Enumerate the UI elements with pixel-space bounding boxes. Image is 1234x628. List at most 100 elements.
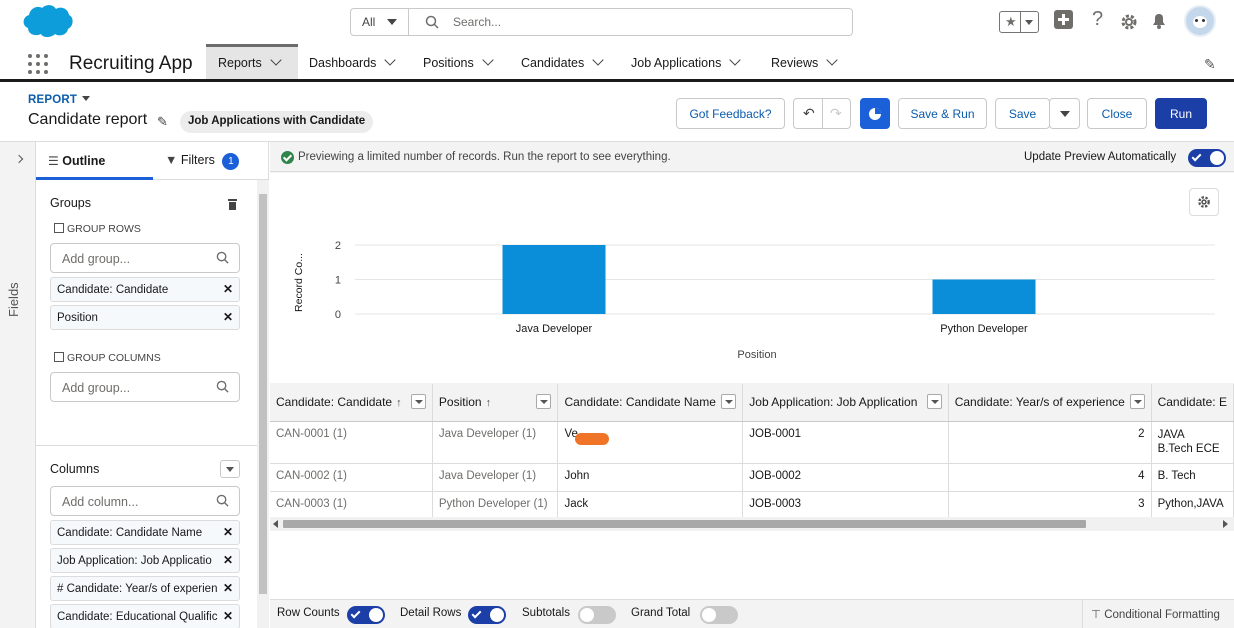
y-tick-label: 0 — [335, 309, 341, 321]
close-button[interactable]: Close — [1087, 98, 1147, 129]
row-counts-toggle[interactable] — [347, 606, 385, 624]
conditional-formatting-button[interactable]: ⊤ Conditional Formatting — [1082, 600, 1234, 628]
edit-nav-pencil-icon[interactable]: ✎ — [1204, 56, 1216, 73]
chevron-down-icon[interactable] — [826, 54, 838, 66]
scroll-right-icon[interactable] — [1223, 520, 1228, 528]
scroll-left-icon[interactable] — [273, 520, 278, 528]
column-header[interactable]: Position ↑ — [432, 384, 559, 422]
detail-rows-toggle[interactable] — [468, 606, 506, 624]
group-row-chip[interactable]: Candidate: Candidate ✕ — [50, 277, 240, 302]
app-launcher-icon[interactable] — [28, 54, 48, 74]
column-header[interactable]: Candidate: Candidate Name — [557, 384, 744, 422]
column-menu-dropdown[interactable] — [536, 394, 552, 409]
remove-icon[interactable]: ✕ — [220, 310, 233, 324]
sort-ascending-icon[interactable]: ↑ — [486, 397, 492, 409]
table-header-row: Candidate: Candidate ↑ Position ↑ Candidat… — [270, 384, 1234, 422]
chevron-down-icon[interactable] — [270, 54, 282, 66]
delete-icon[interactable] — [227, 198, 238, 210]
tab-job-applications[interactable]: Job Applications — [631, 44, 742, 79]
tab-reports[interactable]: Reports — [206, 44, 298, 79]
search-scope-dropdown[interactable]: All — [351, 9, 409, 35]
tab-filters[interactable]: ▼ Filters 1 — [165, 153, 240, 170]
tab-label: Dashboards — [309, 56, 377, 70]
table-cell: JOB-0003 — [742, 491, 949, 520]
global-search[interactable]: All Search... — [350, 8, 853, 36]
column-header-label: Candidate: Year/s of experience — [954, 395, 1125, 410]
got-feedback-button[interactable]: Got Feedback? — [676, 98, 785, 129]
tab-dashboards[interactable]: Dashboards — [309, 44, 397, 79]
setup-gear-icon[interactable] — [1120, 13, 1138, 31]
undo-icon[interactable]: ↶ — [803, 105, 815, 122]
run-button[interactable]: Run — [1155, 98, 1207, 129]
add-group-columns-input[interactable]: Add group... — [50, 372, 240, 402]
columns-heading: Columns — [50, 462, 100, 476]
add-column-input[interactable]: Add column... — [50, 486, 240, 516]
bar-chart: 0 1 2 Record Co... Java Developer Python Deve… — [293, 240, 1215, 361]
tab-label: Reviews — [771, 56, 819, 70]
redo-icon[interactable]: ↷ — [830, 105, 842, 122]
favorites-button[interactable]: ★ — [999, 11, 1039, 33]
tab-label: Reports — [218, 56, 262, 70]
remove-icon[interactable]: ✕ — [220, 609, 233, 623]
table-cell: JOB-0002 — [742, 463, 949, 492]
search-input[interactable]: Search... — [453, 15, 501, 29]
salesforce-logo[interactable] — [20, 4, 74, 38]
tab-reviews[interactable]: Reviews — [771, 44, 838, 79]
report-kind-menu[interactable]: REPORT — [28, 94, 91, 106]
chevron-down-icon[interactable] — [482, 54, 494, 66]
chevron-down-icon[interactable] — [729, 54, 742, 66]
x-tick-label: Java Developer — [516, 323, 593, 335]
column-header[interactable]: Job Application: Job Application — [742, 384, 949, 422]
group-row-chip[interactable]: Position ✕ — [50, 305, 240, 330]
tab-positions[interactable]: Positions — [423, 44, 494, 79]
save-and-run-button[interactable]: Save & Run — [898, 98, 987, 129]
table-horizontal-scrollbar[interactable] — [270, 517, 1234, 531]
remove-icon[interactable]: ✕ — [220, 553, 233, 567]
subtotals-toggle[interactable] — [578, 606, 616, 624]
edit-title-pencil-icon[interactable]: ✎ — [157, 114, 168, 130]
chevron-down-icon[interactable] — [592, 54, 604, 66]
tab-candidates[interactable]: Candidates — [521, 44, 604, 79]
column-header[interactable]: Candidate: Candidate ↑ — [270, 384, 433, 422]
column-chip[interactable]: # Candidate: Year/s of experien ✕ — [50, 576, 240, 601]
report-preview: Previewing a limited number of records. … — [270, 142, 1234, 628]
fields-panel-toggle[interactable]: Fields — [0, 142, 36, 628]
save-button[interactable]: Save — [995, 98, 1050, 129]
chevron-down-icon[interactable] — [384, 54, 397, 66]
avatar[interactable] — [1184, 5, 1216, 37]
chevron-down-icon — [82, 96, 91, 101]
column-chip[interactable]: Job Application: Job Applicatio ✕ — [50, 548, 240, 573]
column-chip[interactable]: Candidate: Candidate Name ✕ — [50, 520, 240, 545]
toggle-chart-button[interactable] — [860, 98, 890, 129]
remove-icon[interactable]: ✕ — [220, 581, 233, 595]
detail-rows-label: Detail Rows — [400, 607, 462, 619]
education-line: JAVA — [1157, 428, 1185, 441]
tab-outline[interactable]: ☰ Outline — [48, 154, 105, 168]
grand-total-toggle[interactable] — [700, 606, 738, 624]
chevron-right-icon[interactable] — [14, 154, 24, 164]
column-menu-dropdown[interactable] — [1129, 394, 1145, 409]
columns-options-dropdown[interactable] — [220, 460, 240, 478]
list-icon: ☰ — [48, 154, 59, 168]
column-header[interactable]: Candidate: E — [1151, 384, 1234, 422]
table-rows-icon — [54, 223, 64, 233]
table-cell: 2 — [948, 421, 1152, 464]
tab-label: Positions — [423, 56, 474, 70]
column-header[interactable]: Candidate: Year/s of experience — [948, 384, 1152, 422]
remove-icon[interactable]: ✕ — [220, 525, 233, 539]
save-options-dropdown[interactable] — [1049, 98, 1080, 129]
column-menu-dropdown[interactable] — [926, 394, 942, 409]
column-menu-dropdown[interactable] — [721, 394, 737, 409]
sort-ascending-icon[interactable]: ↑ — [396, 397, 402, 409]
update-preview-toggle[interactable] — [1188, 149, 1226, 167]
outline-scrollbar-thumb[interactable] — [259, 194, 267, 594]
pie-chart-icon — [869, 108, 881, 120]
notifications-bell-icon[interactable] — [1150, 12, 1168, 30]
add-group-rows-input[interactable]: Add group... — [50, 243, 240, 273]
column-menu-dropdown[interactable] — [410, 394, 426, 409]
add-icon[interactable] — [1054, 10, 1073, 29]
help-icon[interactable]: ? — [1092, 9, 1103, 29]
column-chip[interactable]: Candidate: Educational Qualific ✕ — [50, 604, 240, 628]
scrollbar-thumb[interactable] — [283, 520, 1086, 528]
remove-icon[interactable]: ✕ — [220, 282, 233, 296]
